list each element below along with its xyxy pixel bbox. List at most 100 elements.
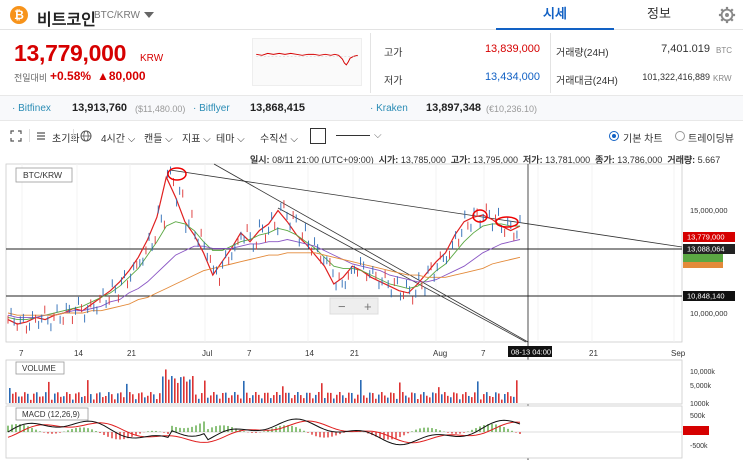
- tradingview-radio[interactable]: [675, 131, 685, 141]
- expand-icon[interactable]: [10, 130, 22, 142]
- volume-bar: [291, 398, 293, 403]
- volume-bar: [102, 397, 104, 403]
- top-header: ₿ 비트코인 BTC/KRW 시세 정보: [0, 0, 743, 30]
- volume-bar: [177, 382, 179, 403]
- interval-dropdown[interactable]: 4시간 ⌵: [101, 130, 135, 145]
- separator: [73, 129, 74, 142]
- volume-bar: [243, 380, 245, 403]
- volume-bar: [465, 392, 467, 403]
- volume-bar: [387, 397, 389, 403]
- volume-bar: [51, 399, 53, 403]
- exchange-bar: · Bitfinex 13,913,760 ($11,480.00) · Bit…: [0, 95, 743, 121]
- volume-bar: [489, 396, 491, 403]
- chevron-down-icon[interactable]: [144, 12, 154, 18]
- price-tag-label: 13,779,000: [687, 233, 725, 242]
- exchange-name[interactable]: · Bitfinex: [12, 103, 51, 114]
- volume-bar: [366, 397, 368, 403]
- volume-bar: [33, 393, 35, 403]
- indicator-dropdown[interactable]: 지표 ⌵: [182, 130, 211, 145]
- theme-dropdown[interactable]: 테마 ⌵: [216, 130, 245, 145]
- y-tick-label: 500k: [690, 413, 706, 420]
- vertical-line-dropdown[interactable]: 수직선 ⌵: [260, 130, 298, 145]
- volume-bar: [69, 393, 71, 403]
- volume-bar: [171, 376, 173, 403]
- volume-bar: [480, 399, 482, 403]
- volume-bar: [315, 394, 317, 403]
- volume-bar: [117, 393, 119, 403]
- gear-icon[interactable]: [718, 6, 736, 24]
- symbol-label: BTC/KRW: [23, 170, 62, 180]
- volume-bar: [498, 393, 500, 403]
- volume-bar: [405, 395, 407, 403]
- volume-bar: [426, 395, 428, 403]
- volume-bar: [300, 395, 302, 403]
- exchange-usd: ($11,480.00): [135, 104, 186, 114]
- volume-bar: [411, 392, 413, 403]
- volume-bar: [27, 393, 29, 403]
- y-tick-label: 10,000,000: [690, 309, 728, 318]
- exchange-name[interactable]: · Bitflyer: [193, 103, 230, 114]
- y-tick-label: 5,000k: [690, 383, 712, 390]
- chevron-down-icon[interactable]: ⌵: [374, 130, 382, 141]
- y-tick-label: 10,000k: [690, 369, 715, 376]
- volume-bar: [402, 392, 404, 403]
- volume-bar: [516, 380, 518, 403]
- volume-bar: [246, 392, 248, 403]
- zoom-out-button[interactable]: −: [338, 299, 346, 314]
- exchange-name[interactable]: · Kraken: [370, 103, 408, 114]
- volume-bar: [234, 392, 236, 403]
- volume-bar: [21, 396, 23, 403]
- volume-bar: [417, 399, 419, 403]
- volume-bar: [231, 395, 233, 403]
- x-tick-label: Aug: [433, 349, 447, 358]
- volume-bar: [378, 394, 380, 403]
- coin-name: 비트코인: [37, 12, 96, 29]
- volume-bar: [255, 392, 257, 403]
- volume-bar: [471, 397, 473, 403]
- tab-info[interactable]: 정보: [614, 0, 704, 30]
- candle-dropdown[interactable]: 캔들 ⌵: [144, 130, 173, 145]
- color-swatch[interactable]: [310, 128, 326, 144]
- volume-bar: [150, 392, 152, 403]
- chart-toolbar: 초기화 4시간 ⌵ 캔들 ⌵ 지표 ⌵ 테마 ⌵ 수직선 ⌵ ⌵ 기본 차트 트…: [0, 124, 743, 148]
- volume-bar: [390, 392, 392, 403]
- volume-bar: [294, 394, 296, 403]
- volume-bar: [129, 392, 131, 403]
- tradingview-label[interactable]: 트레이딩뷰: [688, 130, 734, 145]
- volume-bar: [210, 395, 212, 403]
- basic-chart-label[interactable]: 기본 차트: [623, 130, 663, 145]
- volume-bar: [108, 392, 110, 403]
- volume-bar: [60, 396, 62, 403]
- volume-bar: [483, 394, 485, 403]
- volume-bar: [12, 393, 14, 403]
- volume-bar: [468, 395, 470, 403]
- reset-icon[interactable]: [35, 130, 47, 142]
- price-chart[interactable]: BTC/KRW − + 15,000,000 10,000,000 13,779…: [0, 148, 743, 460]
- globe-icon[interactable]: [80, 130, 92, 142]
- basic-chart-radio[interactable]: [609, 131, 619, 141]
- price-unit: KRW: [140, 53, 164, 64]
- volume-bar: [84, 396, 86, 403]
- line-style-preview[interactable]: [336, 135, 370, 136]
- volume-bar: [345, 397, 347, 403]
- volume-unit: BTC: [716, 46, 732, 55]
- x-tick-label: 21: [350, 349, 359, 358]
- volume-bar: [30, 399, 32, 403]
- volume-bar: [192, 376, 194, 403]
- tab-market[interactable]: 시세: [496, 0, 614, 30]
- volume-bar: [144, 397, 146, 403]
- reset-button[interactable]: 초기화: [52, 130, 80, 145]
- price-tag-label: 13,088,064: [687, 245, 725, 254]
- x-tick-label: 14: [305, 349, 314, 358]
- separator: [29, 129, 30, 142]
- turnover-label: 거래대금(24H): [556, 76, 618, 87]
- volume-bar: [15, 392, 17, 403]
- volume-bar: [180, 377, 182, 403]
- zoom-in-button[interactable]: +: [364, 299, 372, 314]
- volume-bar: [93, 399, 95, 403]
- change-label: 전일대비: [14, 73, 48, 83]
- exchange-eur: (€10,236.10): [486, 104, 538, 114]
- x-tick-label: 7: [19, 349, 24, 358]
- volume-bar: [66, 392, 68, 403]
- volume-label: VOLUME: [22, 364, 56, 373]
